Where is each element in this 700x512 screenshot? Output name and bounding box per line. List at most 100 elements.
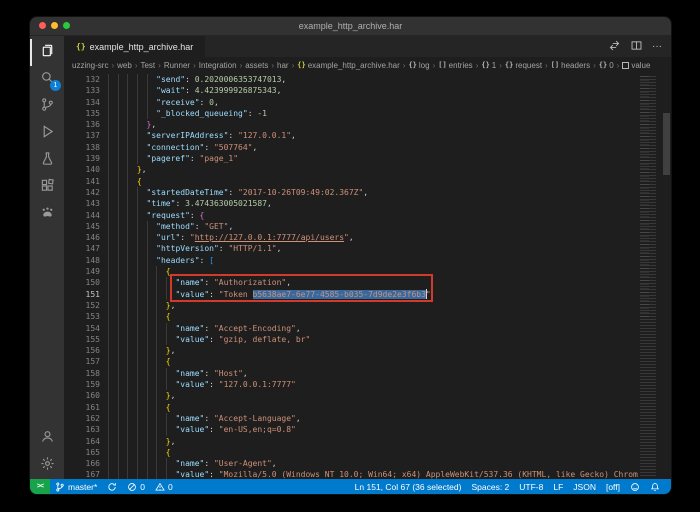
breadcrumb-item-request[interactable]: {}request bbox=[505, 61, 542, 70]
code-line[interactable]: 159 "value": "127.0.0.1:7777" bbox=[64, 379, 638, 390]
breadcrumb-item-example-http-archive-har[interactable]: {}example_http_archive.har bbox=[297, 61, 400, 70]
code-line[interactable]: 149 { bbox=[64, 266, 638, 277]
line-number[interactable]: 165 bbox=[64, 447, 108, 458]
line-number[interactable]: 155 bbox=[64, 334, 108, 345]
open-changes-button[interactable] bbox=[608, 39, 621, 55]
activity-run-debug[interactable] bbox=[30, 120, 64, 147]
code-line[interactable]: 136 }, bbox=[64, 119, 638, 130]
activity-search[interactable]: 1 bbox=[30, 66, 64, 93]
line-number[interactable]: 142 bbox=[64, 187, 108, 198]
code-line[interactable]: 133 "wait": 4.423999926875343, bbox=[64, 85, 638, 96]
breadcrumb-item-integration[interactable]: Integration bbox=[199, 61, 237, 70]
breadcrumb-item-0[interactable]: {}0 bbox=[599, 61, 614, 70]
code-line[interactable]: 166 "name": "User-Agent", bbox=[64, 458, 638, 469]
line-number[interactable]: 147 bbox=[64, 243, 108, 254]
status-sync[interactable] bbox=[102, 479, 122, 494]
breadcrumb-item-headers[interactable]: []headers bbox=[551, 61, 590, 70]
status-remote[interactable]: >< bbox=[30, 479, 50, 494]
line-number[interactable]: 162 bbox=[64, 413, 108, 424]
more-actions-button[interactable]: ··· bbox=[652, 41, 662, 52]
code-line[interactable]: 157 { bbox=[64, 356, 638, 367]
code-line[interactable]: 161 { bbox=[64, 402, 638, 413]
breadcrumb-item-test[interactable]: Test bbox=[140, 61, 155, 70]
line-number[interactable]: 152 bbox=[64, 300, 108, 311]
code-line[interactable]: 148 "headers": [ bbox=[64, 255, 638, 266]
line-number[interactable]: 141 bbox=[64, 176, 108, 187]
activity-extensions[interactable] bbox=[30, 174, 64, 201]
close-button[interactable] bbox=[39, 22, 46, 29]
code-line[interactable]: 140 }, bbox=[64, 164, 638, 175]
line-number[interactable]: 132 bbox=[64, 74, 108, 85]
line-number[interactable]: 149 bbox=[64, 266, 108, 277]
code-line[interactable]: 162 "name": "Accept-Language", bbox=[64, 413, 638, 424]
line-number[interactable]: 146 bbox=[64, 232, 108, 243]
zoom-button[interactable] bbox=[63, 22, 70, 29]
minimap[interactable] bbox=[638, 73, 662, 479]
code-line[interactable]: 156 }, bbox=[64, 345, 638, 356]
line-number[interactable]: 137 bbox=[64, 130, 108, 141]
code-line[interactable]: 160 }, bbox=[64, 390, 638, 401]
breadcrumb-item-assets[interactable]: assets bbox=[245, 61, 268, 70]
activity-testing[interactable] bbox=[30, 147, 64, 174]
activity-settings[interactable] bbox=[30, 452, 64, 479]
status-screencast-mode[interactable]: [off] bbox=[601, 479, 625, 494]
vertical-scrollbar[interactable] bbox=[662, 73, 671, 479]
status-branch[interactable]: master* bbox=[50, 479, 102, 494]
code-line[interactable]: 143 "time": 3.474363005021587, bbox=[64, 198, 638, 209]
code-line[interactable]: 134 "receive": 0, bbox=[64, 97, 638, 108]
code-line[interactable]: 146 "url": "http://127.0.0.1:7777/api/us… bbox=[64, 232, 638, 243]
scrollbar-thumb[interactable] bbox=[663, 113, 670, 175]
line-number[interactable]: 144 bbox=[64, 210, 108, 221]
status-warnings[interactable]: 0 bbox=[150, 479, 178, 494]
status-notifications[interactable] bbox=[645, 479, 665, 494]
code-line[interactable]: 137 "serverIPAddress": "127.0.0.1", bbox=[64, 130, 638, 141]
breadcrumb-item-entries[interactable]: []entries bbox=[438, 61, 472, 70]
line-number[interactable]: 164 bbox=[64, 436, 108, 447]
tab-example-http-archive[interactable]: {} example_http_archive.har bbox=[64, 36, 205, 57]
line-number[interactable]: 138 bbox=[64, 142, 108, 153]
line-number[interactable]: 157 bbox=[64, 356, 108, 367]
code-line[interactable]: 141 { bbox=[64, 176, 638, 187]
line-number[interactable]: 161 bbox=[64, 402, 108, 413]
status-feedback[interactable] bbox=[625, 479, 645, 494]
code-line[interactable]: 163 "value": "en-US,en;q=0.8" bbox=[64, 424, 638, 435]
activity-source-control[interactable] bbox=[30, 93, 64, 120]
activity-explorer[interactable] bbox=[30, 39, 64, 66]
code-line[interactable]: 151 "value": "Token b5638ae7-6e77-4585-b… bbox=[64, 289, 638, 300]
line-number[interactable]: 133 bbox=[64, 85, 108, 96]
code-line[interactable]: 139 "pageref": "page_1" bbox=[64, 153, 638, 164]
line-number[interactable]: 139 bbox=[64, 153, 108, 164]
code-line[interactable]: 158 "name": "Host", bbox=[64, 368, 638, 379]
breadcrumb-item-web[interactable]: web bbox=[117, 61, 132, 70]
split-editor-button[interactable] bbox=[630, 39, 643, 55]
line-number[interactable]: 167 bbox=[64, 469, 108, 479]
breadcrumb-item-uzzing-src[interactable]: uzzing-src bbox=[72, 61, 108, 70]
code-line[interactable]: 152 }, bbox=[64, 300, 638, 311]
minimize-button[interactable] bbox=[51, 22, 58, 29]
code-editor[interactable]: 132 "send": 0.2020006353747013,133 "wait… bbox=[64, 73, 638, 479]
line-number[interactable]: 140 bbox=[64, 164, 108, 175]
line-number[interactable]: 134 bbox=[64, 97, 108, 108]
line-number[interactable]: 154 bbox=[64, 323, 108, 334]
code-line[interactable]: 167 "value": "Mozilla/5.0 (Windows NT 10… bbox=[64, 469, 638, 479]
line-number[interactable]: 150 bbox=[64, 277, 108, 288]
status-language-mode[interactable]: JSON bbox=[568, 479, 601, 494]
breadcrumb-item-har[interactable]: har bbox=[277, 61, 289, 70]
code-line[interactable]: 153 { bbox=[64, 311, 638, 322]
code-line[interactable]: 155 "value": "gzip, deflate, br" bbox=[64, 334, 638, 345]
line-number[interactable]: 158 bbox=[64, 368, 108, 379]
code-line[interactable]: 132 "send": 0.2020006353747013, bbox=[64, 74, 638, 85]
breadcrumb-item-1[interactable]: {}1 bbox=[481, 61, 496, 70]
code-line[interactable]: 150 "name": "Authorization", bbox=[64, 277, 638, 288]
code-line[interactable]: 138 "connection": "507764", bbox=[64, 142, 638, 153]
activity-accounts[interactable] bbox=[30, 425, 64, 452]
line-number[interactable]: 143 bbox=[64, 198, 108, 209]
code-line[interactable]: 144 "request": { bbox=[64, 210, 638, 221]
breadcrumb-item-value[interactable]: value bbox=[622, 61, 650, 70]
code-line[interactable]: 154 "name": "Accept-Encoding", bbox=[64, 323, 638, 334]
line-number[interactable]: 159 bbox=[64, 379, 108, 390]
activity-custom-tool[interactable] bbox=[30, 201, 64, 228]
line-number[interactable]: 163 bbox=[64, 424, 108, 435]
code-line[interactable]: 135 "_blocked_queueing": -1 bbox=[64, 108, 638, 119]
code-line[interactable]: 145 "method": "GET", bbox=[64, 221, 638, 232]
